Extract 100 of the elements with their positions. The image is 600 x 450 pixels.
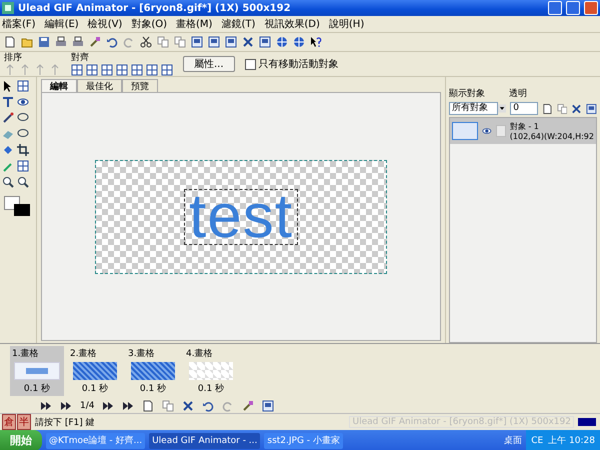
object-name: 對象 - 1 — [510, 121, 540, 132]
frame-counter: 1/4 — [80, 400, 94, 410]
color-swatch — [578, 418, 596, 426]
select-icon[interactable] — [17, 80, 29, 92]
new-file-icon[interactable] — [4, 36, 16, 48]
tab[interactable]: 預覽 — [122, 79, 158, 92]
sort-label: 排序 — [4, 52, 23, 62]
menu-item[interactable]: 編輯(E) — [44, 17, 79, 31]
opacity-label: 透明 — [509, 88, 527, 100]
frame-delay: 0.1 秒 — [24, 382, 50, 395]
menu-item[interactable]: 畫格(M) — [176, 17, 212, 31]
menu-item[interactable]: 檔案(F) — [2, 17, 36, 31]
menu-item[interactable]: 檢視(V) — [88, 17, 122, 31]
frame-item[interactable]: 4.畫格 0.1 秒 — [184, 346, 238, 396]
canvas-text: test — [184, 188, 298, 244]
frame-icon[interactable] — [208, 36, 220, 48]
taskbar-button[interactable]: Ulead GIF Animator - ... — [149, 432, 260, 448]
eye-icon[interactable] — [482, 125, 492, 137]
show-objects-dropdown[interactable]: 所有對象 — [449, 102, 498, 115]
next-frame-icon[interactable] — [102, 400, 114, 412]
frame-icon[interactable] — [262, 400, 274, 412]
align-icon[interactable] — [86, 64, 98, 76]
frame-item[interactable]: 3.畫格 0.1 秒 — [126, 346, 180, 396]
frame-icon[interactable] — [191, 36, 203, 48]
dropdown-arrow-icon[interactable] — [498, 104, 506, 113]
tab[interactable]: 最佳化 — [77, 79, 122, 92]
frame-label: 4.畫格 — [186, 348, 213, 360]
globe-icon[interactable] — [276, 36, 288, 48]
tab[interactable]: 編輯 — [41, 79, 77, 92]
printer-icon[interactable] — [55, 36, 67, 48]
frame-icon[interactable] — [586, 102, 597, 114]
status-text: 請按下 [F1] 鍵 — [35, 416, 95, 428]
opacity-spinner[interactable]: 0 — [510, 102, 538, 115]
object-thumbnail — [452, 122, 478, 140]
frame-delay: 0.1 秒 — [140, 382, 166, 395]
copy-icon[interactable] — [157, 36, 169, 48]
checkbox[interactable] — [244, 58, 256, 70]
window-title: Ulead GIF Animator - [6ryon8.gif*] (1X) 500x192 — [18, 2, 292, 14]
wand-icon[interactable] — [242, 400, 254, 412]
scissors-icon[interactable] — [140, 36, 152, 48]
close-button[interactable] — [584, 1, 598, 15]
menu-item[interactable]: 濾鏡(T) — [221, 17, 256, 31]
ime-key[interactable]: 半 — [17, 414, 31, 430]
lasso-icon[interactable] — [17, 112, 29, 124]
object-info: (102,64)(W:204,H:92 — [510, 132, 594, 141]
help-icon[interactable] — [310, 36, 322, 48]
brush-icon[interactable] — [2, 112, 14, 124]
align-icon[interactable] — [71, 64, 83, 76]
desktop-toolbar[interactable]: 桌面 — [504, 434, 522, 447]
restore-button[interactable] — [566, 1, 580, 15]
frame-icon[interactable] — [259, 36, 271, 48]
clock: 上午 10:28 — [548, 434, 595, 447]
frame-thumbnail — [189, 362, 233, 380]
taskbar-button[interactable]: @KTmoe論壇 - 好齊... — [46, 432, 146, 448]
align-label: 對齊 — [71, 52, 90, 62]
delete-icon[interactable] — [571, 102, 582, 114]
menu-item[interactable]: 視訊效果(D) — [264, 17, 320, 31]
zoom-out-icon[interactable] — [17, 176, 29, 188]
frame-item[interactable]: 1.畫格 0.1 秒 — [10, 346, 64, 396]
frame-thumbnail — [131, 362, 175, 380]
wand-icon[interactable] — [89, 36, 101, 48]
frame-label: 3.畫格 — [128, 348, 155, 360]
delete-icon[interactable] — [242, 36, 254, 48]
properties-button[interactable]: 屬性... — [183, 56, 235, 72]
show-objects-label: 顯示對象 — [449, 88, 485, 100]
text-tool-icon[interactable] — [2, 96, 14, 108]
align-icon[interactable] — [116, 64, 128, 76]
ime-key[interactable]: 倉 — [2, 414, 16, 430]
menu-item[interactable]: 說明(H) — [328, 17, 364, 31]
object-row[interactable]: 對象 - 1 (102,64)(W:204,H:92 — [450, 118, 596, 144]
delete-frame-icon[interactable] — [182, 400, 194, 412]
save-icon[interactable] — [38, 36, 50, 48]
frame-thumbnail — [73, 362, 117, 380]
lock-toggle[interactable] — [496, 125, 506, 137]
first-frame-icon[interactable] — [40, 400, 52, 412]
ime-indicator[interactable]: CE — [531, 436, 544, 446]
frame-icon[interactable] — [225, 36, 237, 48]
app-icon — [2, 2, 14, 14]
folder-icon[interactable] — [21, 36, 33, 48]
minimize-button[interactable] — [548, 1, 562, 15]
last-frame-icon[interactable] — [122, 400, 134, 412]
menu-item[interactable]: 對象(O) — [131, 17, 168, 31]
globe-icon[interactable] — [293, 36, 305, 48]
align-icon[interactable] — [161, 64, 173, 76]
align-icon[interactable] — [131, 64, 143, 76]
lasso-icon[interactable] — [17, 128, 29, 140]
frame-label: 2.畫格 — [70, 348, 97, 360]
add-frame-icon[interactable] — [142, 400, 154, 412]
checkbox-label: 只有移動活動對象 — [258, 58, 339, 71]
taskbar-button[interactable]: sst2.JPG - 小畫家 — [264, 432, 343, 448]
crop-icon[interactable] — [17, 144, 29, 156]
paint-bucket-icon[interactable] — [2, 144, 14, 156]
frame-delay: 0.1 秒 — [198, 382, 224, 395]
undo-icon[interactable] — [106, 36, 118, 48]
align-icon[interactable] — [101, 64, 113, 76]
align-icon[interactable] — [146, 64, 158, 76]
duplicate-frame-icon[interactable] — [162, 400, 174, 412]
zoom-in-icon[interactable] — [2, 176, 14, 188]
frame-item[interactable]: 2.畫格 0.1 秒 — [68, 346, 122, 396]
new-object-icon[interactable] — [542, 102, 553, 114]
